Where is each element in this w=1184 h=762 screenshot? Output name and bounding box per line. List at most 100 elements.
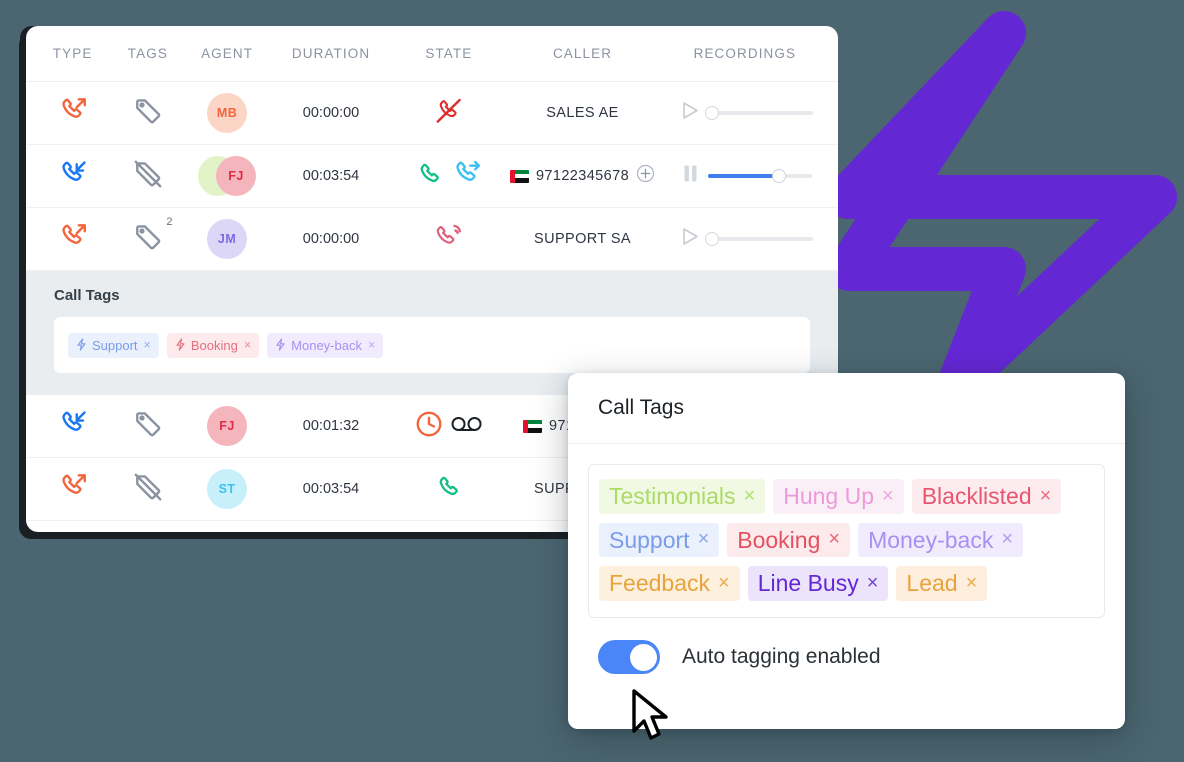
table-header-row: TYPE TAGS AGENT DURATION STATE CALLER RE… [26, 26, 838, 82]
phone-outgoing-icon[interactable] [58, 96, 88, 131]
phone-ringing-icon [434, 222, 464, 257]
avatar-group[interactable]: FJ [198, 156, 257, 196]
cell-type[interactable] [36, 145, 109, 207]
phone-incoming-icon[interactable] [58, 159, 88, 194]
tag-chip[interactable]: Booking × [166, 332, 260, 358]
column-header-caller[interactable]: CALLER [503, 46, 661, 61]
auto-tagging-toggle[interactable] [598, 640, 660, 675]
cell-duration: 00:00:00 [268, 82, 395, 144]
tag-off-icon[interactable] [133, 159, 163, 194]
cell-tags[interactable] [109, 82, 186, 144]
cell-agent[interactable]: MB [186, 82, 267, 144]
cell-tags[interactable]: 2 [109, 208, 186, 270]
tag-off-icon[interactable] [133, 472, 163, 507]
remove-tag-button[interactable]: × [828, 528, 840, 551]
tag-chip-label: Booking [190, 337, 238, 353]
cell-type[interactable] [36, 395, 109, 457]
cell-type[interactable] [36, 208, 109, 270]
tag-icon[interactable] [133, 409, 163, 444]
cell-tags[interactable] [109, 145, 186, 207]
cell-caller[interactable]: SALES AE [503, 82, 661, 144]
tag-chip[interactable]: Money-back × [267, 332, 384, 358]
tag-chip-label: Line Busy [757, 570, 859, 597]
column-header-type[interactable]: TYPE [36, 46, 109, 61]
play-icon[interactable] [682, 101, 699, 125]
tag-chip-label: Lead [906, 570, 958, 597]
tag-chip[interactable]: Testimonials × [599, 479, 766, 514]
cell-recordings[interactable] [662, 82, 828, 144]
cell-duration: 00:03:54 [268, 145, 395, 207]
remove-tag-button[interactable]: × [718, 572, 730, 595]
avatar[interactable]: FJ [216, 156, 257, 196]
recording-progress-slider[interactable] [708, 168, 813, 183]
table-row[interactable]: FJ 00:03:54 97122345678 [26, 145, 838, 208]
tag-chip[interactable]: Hung Up × [773, 479, 904, 514]
column-header-tags[interactable]: TAGS [109, 46, 186, 61]
tag-chip[interactable]: Line Busy × [747, 566, 889, 602]
remove-tag-button[interactable]: × [244, 338, 251, 352]
uae-flag-icon [522, 419, 542, 433]
remove-tag-button[interactable]: × [744, 485, 756, 508]
remove-tag-button[interactable]: × [144, 338, 151, 352]
phone-incoming-icon[interactable] [58, 409, 88, 444]
cell-caller[interactable]: SUPPORT SA [503, 208, 661, 270]
table-row[interactable]: 2 JM 00:00:00 SUPPORT SA [26, 208, 838, 271]
cell-tags[interactable] [109, 395, 186, 457]
remove-tag-button[interactable]: × [1040, 485, 1052, 508]
tag-chip[interactable]: Lead × [896, 566, 988, 602]
phone-forwarded-icon [452, 159, 482, 194]
add-contact-button[interactable] [636, 164, 655, 188]
inline-tag-input[interactable]: Support × Booking × Money-back × [54, 317, 810, 373]
cell-agent[interactable]: JM [186, 208, 267, 270]
recording-progress-slider[interactable] [705, 105, 814, 120]
remove-tag-button[interactable]: × [368, 338, 375, 352]
remove-tag-button[interactable]: × [966, 572, 978, 595]
tag-chip[interactable]: Feedback × [599, 566, 740, 602]
modal-header: Call Tags [568, 373, 1125, 444]
cell-caller[interactable]: 97122345678 [503, 145, 661, 207]
table-row[interactable]: MB 00:00:00 SALES AE [26, 82, 838, 145]
cell-agent[interactable]: ST [186, 458, 267, 520]
tag-chip[interactable]: Booking × [727, 522, 851, 558]
avatar[interactable]: ST [207, 469, 248, 509]
tag-chip[interactable]: Support × [599, 522, 720, 558]
tag-chip[interactable]: Money-back × [858, 522, 1024, 558]
cell-agent[interactable]: FJ [186, 395, 267, 457]
remove-tag-button[interactable]: × [882, 485, 894, 508]
cell-type[interactable] [36, 458, 109, 520]
avatar[interactable]: MB [207, 93, 248, 133]
avatar-initials: JM [217, 232, 237, 246]
avatar-initials: ST [218, 482, 236, 496]
remove-tag-button[interactable]: × [867, 572, 879, 595]
pause-icon[interactable] [683, 164, 698, 188]
column-header-state[interactable]: STATE [394, 46, 503, 61]
tag-icon[interactable] [133, 222, 163, 257]
column-header-recordings[interactable]: RECORDINGS [662, 46, 828, 61]
tag-icon[interactable] [133, 96, 163, 131]
cell-type[interactable] [36, 82, 109, 144]
duration-value: 00:01:32 [302, 418, 360, 434]
phone-answered-icon [415, 159, 445, 194]
remove-tag-button[interactable]: × [698, 528, 710, 551]
phone-outgoing-icon[interactable] [58, 472, 88, 507]
cell-tags[interactable] [109, 458, 186, 520]
play-icon[interactable] [682, 227, 699, 251]
tag-chip[interactable]: Support × [68, 332, 159, 358]
cell-duration: 00:03:54 [268, 458, 395, 520]
recording-progress-slider[interactable] [705, 231, 814, 246]
column-header-duration[interactable]: DURATION [268, 46, 395, 61]
remove-tag-button[interactable]: × [1001, 528, 1013, 551]
slider-knob[interactable] [772, 168, 787, 183]
phone-outgoing-icon[interactable] [58, 222, 88, 257]
cell-recordings[interactable] [662, 145, 828, 207]
column-header-agent[interactable]: AGENT [186, 46, 267, 61]
slider-knob[interactable] [705, 105, 720, 120]
slider-knob[interactable] [705, 231, 720, 246]
uae-flag-icon [509, 169, 529, 183]
tag-chip[interactable]: Blacklisted × [911, 479, 1062, 514]
cell-agent[interactable]: FJ [186, 145, 267, 207]
avatar[interactable]: FJ [207, 406, 248, 446]
cell-recordings[interactable] [662, 208, 828, 270]
avatar[interactable]: JM [207, 219, 248, 259]
modal-body: Testimonials × Hung Up × Blacklisted × Support… [568, 444, 1125, 619]
